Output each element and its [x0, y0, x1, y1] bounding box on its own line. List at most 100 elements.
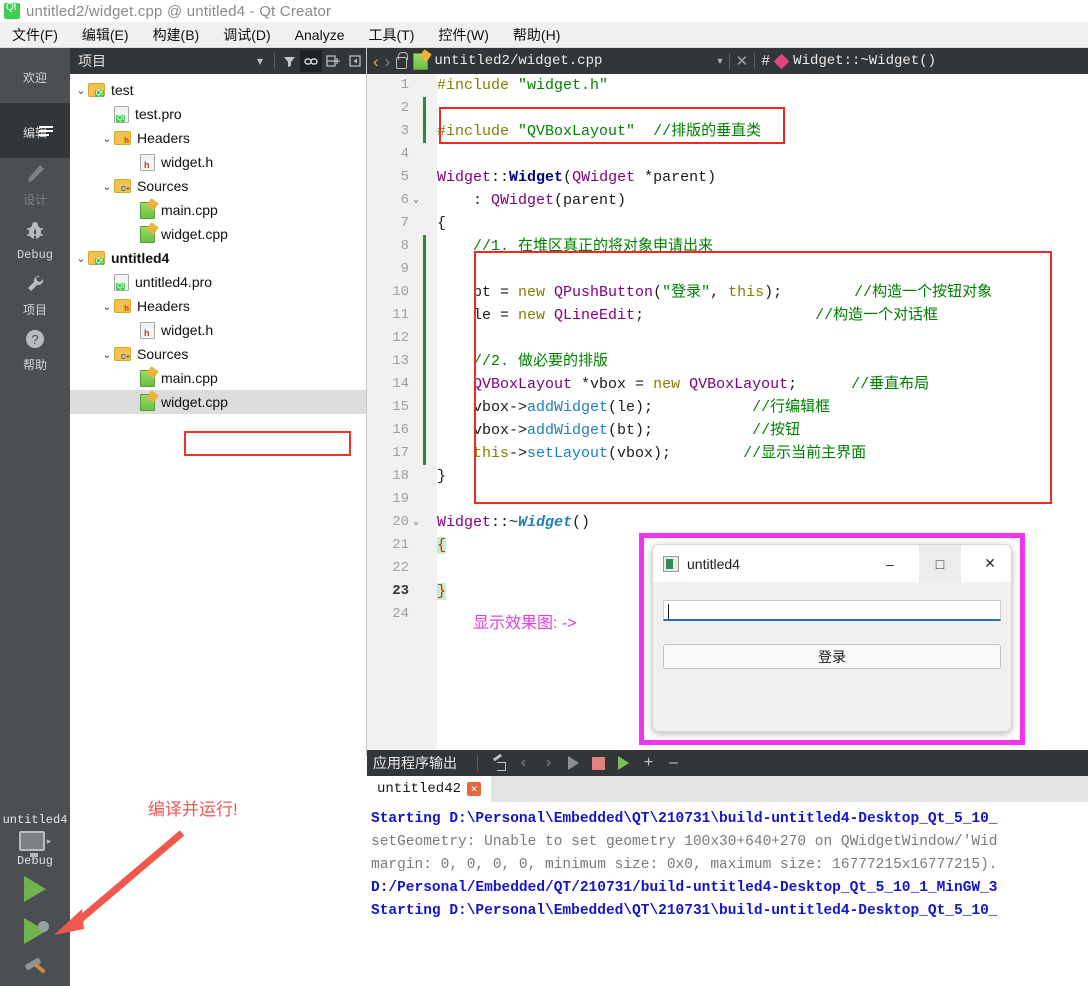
- go-forward-icon[interactable]: ›: [385, 53, 391, 70]
- code-line-9[interactable]: 9: [367, 258, 1088, 281]
- hash-icon[interactable]: #: [761, 53, 770, 70]
- code-line-2[interactable]: 2: [367, 97, 1088, 120]
- build-button[interactable]: [0, 952, 70, 986]
- kit-target-icon-row[interactable]: ▸: [18, 829, 51, 857]
- chevron-down-icon[interactable]: ⌄: [74, 84, 88, 97]
- code-line-7[interactable]: 7{: [367, 212, 1088, 235]
- chevron-down-icon[interactable]: ⌄: [100, 300, 114, 313]
- mode-button-编辑[interactable]: 编辑: [0, 103, 70, 158]
- mode-button-项目[interactable]: 项目: [0, 268, 70, 323]
- menu-item-1[interactable]: 编辑(E): [70, 23, 141, 47]
- link-icon[interactable]: [300, 50, 322, 72]
- tree-item-widget.cpp[interactable]: widget.cpp: [70, 390, 366, 414]
- mode-button-帮助[interactable]: ? 帮助: [0, 323, 70, 378]
- stop-icon[interactable]: [588, 753, 609, 774]
- code-line-4[interactable]: 4: [367, 143, 1088, 166]
- unlock-icon[interactable]: [396, 51, 409, 69]
- tree-item-widget.h[interactable]: widget.h: [70, 318, 366, 342]
- code-line-14[interactable]: 14 QVBoxLayout *vbox = new QVBoxLayout; …: [367, 373, 1088, 396]
- menu-item-5[interactable]: 工具(T): [356, 23, 426, 47]
- tree-item-Sources[interactable]: ⌄ Sources: [70, 174, 366, 198]
- tree-item-untitled4[interactable]: ⌄ untitled4: [70, 246, 366, 270]
- chevron-down-icon[interactable]: ⌄: [100, 180, 114, 193]
- close-icon[interactable]: ✕: [467, 782, 482, 796]
- menu-item-2[interactable]: 构建(B): [141, 23, 212, 47]
- code-line-18[interactable]: 18}: [367, 465, 1088, 488]
- output-tab[interactable]: untitled42 ✕: [367, 776, 492, 802]
- tree-item-Sources[interactable]: ⌄ Sources: [70, 342, 366, 366]
- code-line-15[interactable]: 15 vbox->addWidget(le); //行编辑框: [367, 396, 1088, 419]
- code-line-10[interactable]: 10 bt = new QPushButton("登录", this); //构…: [367, 281, 1088, 304]
- code-line-6[interactable]: 6 ⌄ : QWidget(parent): [367, 189, 1088, 212]
- chevron-down-icon[interactable]: ⌄: [74, 252, 88, 265]
- tree-item-widget.cpp[interactable]: widget.cpp: [70, 222, 366, 246]
- file-dropdown-icon[interactable]: ▾: [718, 56, 723, 67]
- code-text: Widget::Widget(QWidget *parent): [437, 169, 717, 186]
- output-tab-bar[interactable]: untitled42 ✕: [367, 776, 1088, 802]
- tree-item-Headers[interactable]: ⌄ Headers: [70, 294, 366, 318]
- zoom-in-icon[interactable]: +: [638, 753, 659, 774]
- next-item-icon[interactable]: ›: [538, 753, 559, 774]
- zoom-out-icon[interactable]: –: [663, 753, 684, 774]
- code-line-20[interactable]: 20 ⌄ Widget::~Widget(): [367, 511, 1088, 534]
- output-line: Starting D:\Personal\Embedded\QT\210731\…: [371, 903, 998, 919]
- code-line-16[interactable]: 16 vbox->addWidget(bt); //按钮: [367, 419, 1088, 442]
- close-document-icon[interactable]: ✕: [736, 52, 749, 70]
- file-cpp-icon: [413, 52, 429, 70]
- file-cpp-icon: [140, 393, 155, 411]
- menu-item-7[interactable]: 帮助(H): [501, 23, 572, 47]
- output-text[interactable]: Starting D:\Personal\Embedded\QT\210731\…: [367, 802, 1088, 986]
- filter-icon[interactable]: [278, 50, 300, 72]
- code-line-8[interactable]: 8 //1. 在堆区真正的将对象申请出来: [367, 235, 1088, 258]
- menu-item-3[interactable]: 调试(D): [211, 23, 282, 47]
- mode-button-设计[interactable]: 设计: [0, 158, 70, 213]
- mode-button-欢迎[interactable]: 欢迎: [0, 48, 70, 103]
- tree-item-Headers[interactable]: ⌄ Headers: [70, 126, 366, 150]
- code-line-11[interactable]: 11 le = new QLineEdit; //构造一个对话框: [367, 304, 1088, 327]
- running-app-window[interactable]: untitled4 – □ ✕ 登录: [652, 544, 1012, 732]
- tree-item-test.pro[interactable]: test.pro: [70, 102, 366, 126]
- menu-item-0[interactable]: 文件(F): [0, 23, 70, 47]
- menu-item-4[interactable]: Analyze: [283, 25, 357, 45]
- fold-toggle-icon[interactable]: ⌄: [409, 189, 423, 212]
- tree-item-label: widget.h: [161, 154, 214, 170]
- tree-item-main.cpp[interactable]: main.cpp: [70, 366, 366, 390]
- app-line-edit[interactable]: [663, 600, 1001, 621]
- prev-item-icon[interactable]: ‹: [513, 753, 534, 774]
- current-symbol[interactable]: Widget::~Widget(): [793, 53, 936, 69]
- tree-item-widget.h[interactable]: widget.h: [70, 150, 366, 174]
- code-line-5[interactable]: 5 Widget::Widget(QWidget *parent): [367, 166, 1088, 189]
- attach-debugger-icon[interactable]: [613, 753, 634, 774]
- collapse-panel-icon[interactable]: [344, 50, 366, 72]
- code-line-1[interactable]: 1 #include "widget.h": [367, 74, 1088, 97]
- folder-qt-icon: [88, 83, 105, 97]
- chevron-down-icon[interactable]: ▾: [249, 50, 271, 72]
- code-line-17[interactable]: 17 this->setLayout(vbox); //显示当前主界面: [367, 442, 1088, 465]
- app-login-button[interactable]: 登录: [663, 644, 1001, 669]
- open-file-name[interactable]: untitled2/widget.cpp: [434, 53, 602, 69]
- clear-icon[interactable]: [488, 753, 509, 774]
- app-close-button[interactable]: ✕: [969, 545, 1011, 582]
- menu-item-6[interactable]: 控件(W): [426, 23, 501, 47]
- fold-toggle-icon[interactable]: ⌄: [409, 511, 423, 534]
- code-line-19[interactable]: 19: [367, 488, 1088, 511]
- change-marker: [423, 557, 426, 580]
- code-line-13[interactable]: 13 //2. 做必要的排版: [367, 350, 1088, 373]
- collapse-glyph: [349, 55, 361, 67]
- chevron-down-icon[interactable]: ⌄: [100, 132, 114, 145]
- tree-item-label: Sources: [137, 346, 189, 362]
- split-add-icon[interactable]: [322, 50, 344, 72]
- code-line-3[interactable]: 3 #include "QVBoxLayout" //排版的垂直类: [367, 120, 1088, 143]
- chevron-down-icon[interactable]: ⌄: [100, 348, 114, 361]
- code-line-12[interactable]: 12: [367, 327, 1088, 350]
- tree-item-main.cpp[interactable]: main.cpp: [70, 198, 366, 222]
- tree-item-untitled4.pro[interactable]: untitled4.pro: [70, 270, 366, 294]
- app-minimize-button[interactable]: –: [869, 545, 911, 582]
- go-back-icon[interactable]: ‹: [373, 53, 379, 70]
- app-maximize-button[interactable]: □: [919, 545, 961, 582]
- mode-button-Debug[interactable]: Debug: [0, 213, 70, 268]
- project-tree[interactable]: ⌄ testtest.pro ⌄ Headers widget.h ⌄ Sources mai…: [70, 74, 366, 414]
- tree-item-test[interactable]: ⌄ test: [70, 78, 366, 102]
- rerun-icon[interactable]: [563, 753, 584, 774]
- bug-icon: [24, 220, 46, 245]
